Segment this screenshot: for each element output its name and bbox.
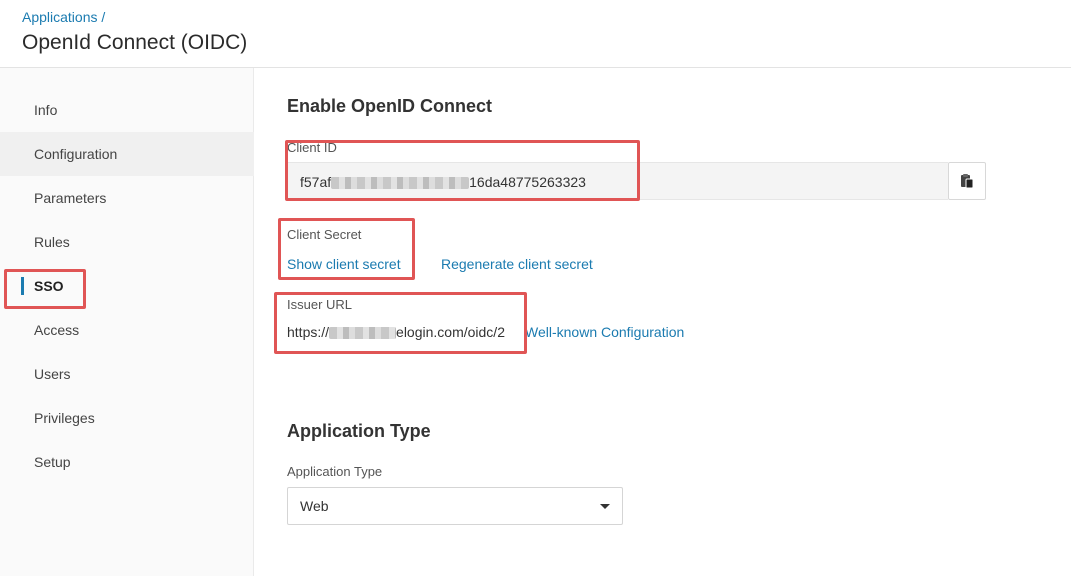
issuer-url-value: https:// elogin.com/oidc/2 <box>287 324 505 340</box>
issuer-url-label: Issuer URL <box>287 297 353 312</box>
section-title-application-type: Application Type <box>287 421 431 441</box>
application-type-selected: Web <box>300 498 329 514</box>
sidebar-item-access[interactable]: Access <box>0 308 254 352</box>
issuer-url-prefix: https:// <box>287 324 330 340</box>
breadcrumb[interactable]: Applications / <box>22 9 105 25</box>
section-title-openid: Enable OpenID Connect <box>287 96 493 116</box>
page-header: Applications / OpenId Connect (OIDC) <box>0 0 1071 68</box>
application-type-select[interactable]: Web <box>287 487 623 525</box>
redacted-text <box>331 177 470 190</box>
main-content: Enable OpenID Connect Client ID f57af 16d… <box>255 68 1071 576</box>
client-id-prefix: f57af <box>300 174 332 190</box>
issuer-url-suffix: elogin.com/oidc/2 <box>396 324 505 340</box>
sidebar-item-setup[interactable]: Setup <box>0 440 254 484</box>
client-id-field[interactable]: f57af 16da48775263323 <box>287 162 948 200</box>
application-type-label: Application Type <box>287 464 383 479</box>
sidebar-item-parameters[interactable]: Parameters <box>0 176 254 220</box>
sidebar-item-label: SSO <box>34 278 64 294</box>
redacted-text <box>329 327 397 340</box>
sidebar-item-users[interactable]: Users <box>0 352 254 396</box>
sidebar-item-rules[interactable]: Rules <box>0 220 254 264</box>
show-client-secret-link[interactable]: Show client secret <box>287 256 401 272</box>
sidebar-item-configuration[interactable]: Configuration <box>0 132 254 176</box>
copy-button[interactable] <box>948 162 986 200</box>
regenerate-client-secret-link[interactable]: Regenerate client secret <box>441 256 593 272</box>
sidebar-item-info[interactable]: Info <box>0 88 254 132</box>
client-id-label: Client ID <box>287 140 337 155</box>
well-known-configuration-link[interactable]: Well-known Configuration <box>525 324 684 340</box>
client-id-suffix: 16da48775263323 <box>469 174 586 190</box>
chevron-down-icon <box>600 504 610 509</box>
sidebar-item-privileges[interactable]: Privileges <box>0 396 254 440</box>
sidebar-item-sso[interactable]: SSO <box>0 264 254 308</box>
clipboard-icon <box>961 174 974 189</box>
page-title: OpenId Connect (OIDC) <box>22 31 248 54</box>
client-secret-label: Client Secret <box>287 227 362 242</box>
sidebar: Info Configuration Parameters Rules SSO … <box>0 68 254 576</box>
active-indicator <box>21 277 24 295</box>
